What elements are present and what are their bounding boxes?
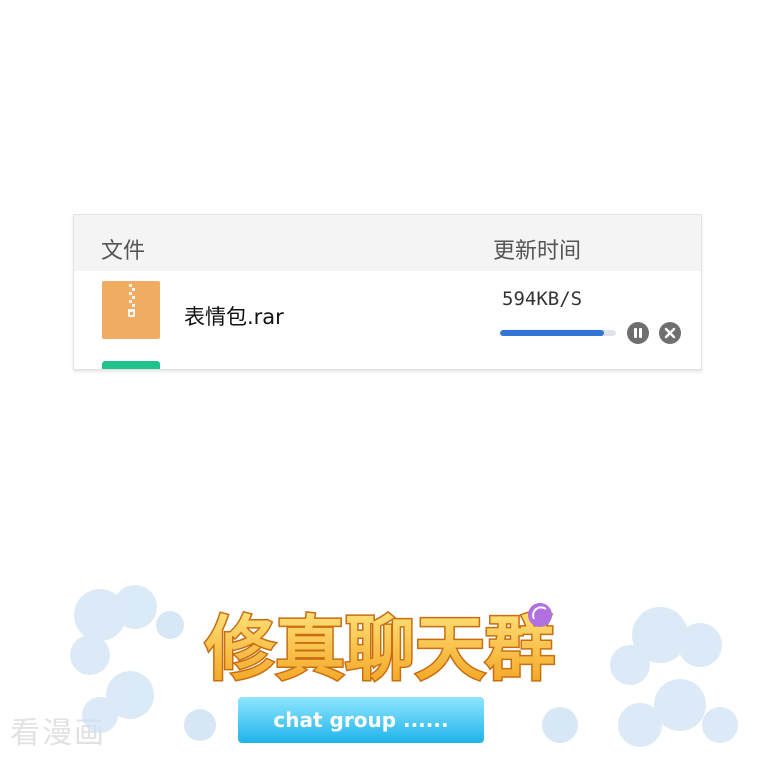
zip-archive-icon: [102, 281, 160, 339]
pause-icon: [627, 322, 649, 344]
file-name: 表情包.rar: [184, 305, 284, 329]
close-icon: [659, 322, 681, 344]
logo-subtitle: chat group ......: [273, 708, 448, 732]
download-progress-fill: [500, 330, 605, 336]
download-progress-bar: [500, 330, 616, 336]
next-file-icon: [102, 361, 160, 369]
download-speed: 594KB/S: [502, 288, 583, 310]
logo-title: 修真聊天群: [205, 608, 555, 690]
comic-title-logo: 修真聊天群 chat group ......: [70, 585, 738, 747]
pause-button[interactable]: [626, 321, 650, 345]
column-header-update-time: 更新时间: [493, 239, 582, 264]
cancel-download-button[interactable]: [658, 321, 682, 345]
column-header-file: 文件: [101, 239, 146, 264]
table-header: 文件 更新时间: [74, 215, 701, 271]
download-row[interactable]: 表情包.rar 594KB/S: [74, 271, 701, 369]
download-panel: 文件 更新时间 表情包.rar 594KB/S: [73, 214, 702, 370]
